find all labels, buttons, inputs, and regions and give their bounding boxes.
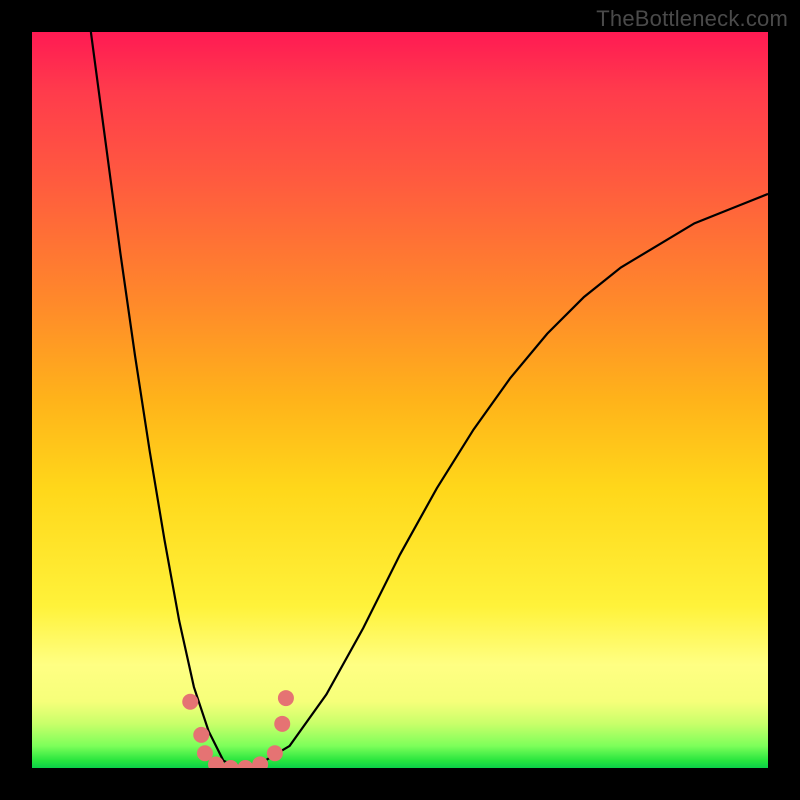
chart-frame: TheBottleneck.com (0, 0, 800, 800)
marker-group (182, 690, 294, 768)
data-marker (237, 760, 253, 768)
watermark-text: TheBottleneck.com (596, 6, 788, 32)
data-marker (208, 756, 224, 768)
data-marker (182, 694, 198, 710)
data-marker (252, 756, 268, 768)
curve-layer (32, 32, 768, 768)
data-marker (193, 727, 209, 743)
data-marker (197, 745, 213, 761)
bottleneck-curve (91, 32, 768, 768)
data-marker (278, 690, 294, 706)
data-marker (223, 760, 239, 768)
data-marker (267, 745, 283, 761)
data-marker (274, 716, 290, 732)
plot-area (32, 32, 768, 768)
